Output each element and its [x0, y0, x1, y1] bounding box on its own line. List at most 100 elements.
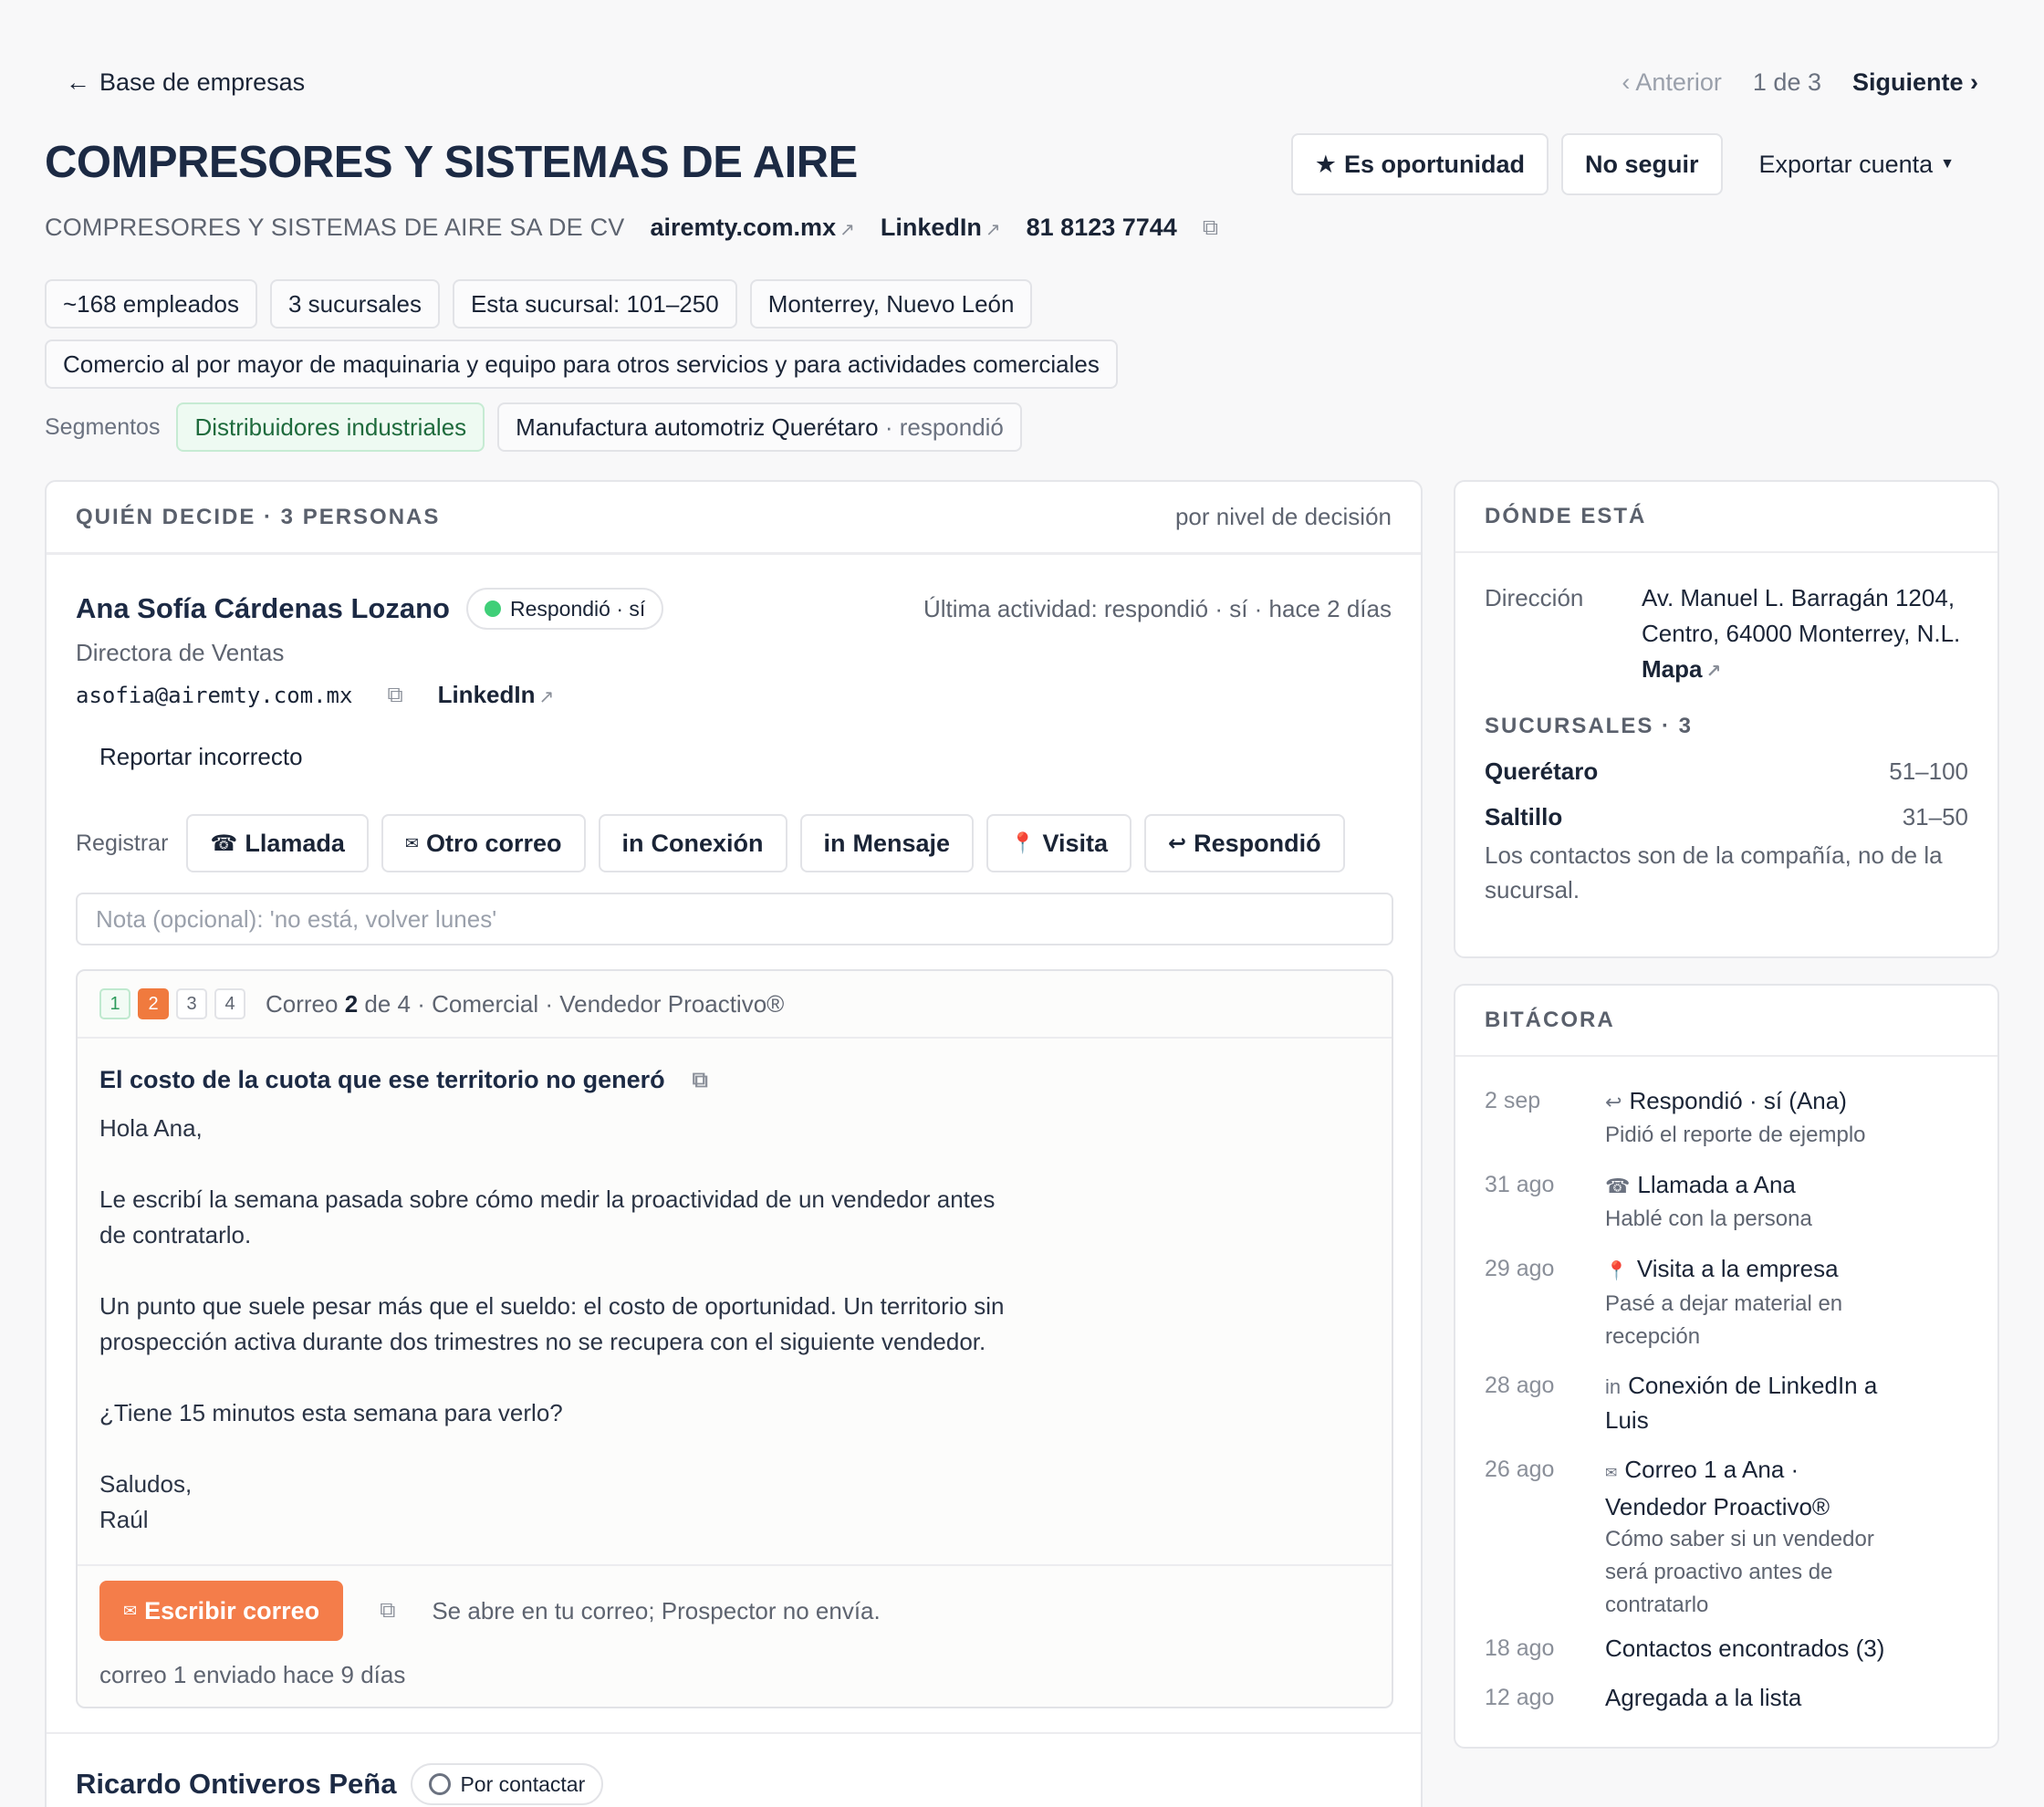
email-signature: Saludos, Raúl — [99, 1470, 193, 1533]
prev-link[interactable]: ‹ Anterior — [1622, 68, 1722, 97]
industry-row: Comercio al por mayor de maquinaria y eq… — [45, 339, 1118, 389]
status-badge: Por contactar — [411, 1763, 604, 1805]
location-card: DÓNDE ESTÁ Dirección Av. Manuel L. Barra… — [1454, 480, 1999, 958]
address-row: Dirección Av. Manuel L. Barragán 1204, C… — [1485, 580, 1968, 690]
log-entry: 29 ago 📍 Visita a la empresa Pasé a dejar … — [1485, 1255, 1843, 1349]
next-link[interactable]: Siguiente › — [1852, 68, 1978, 97]
external-link-icon: ↗ — [1705, 662, 1722, 682]
email-footer: ✉ Escribir correo ⧉ Se abre en tu correo… — [78, 1564, 1392, 1707]
company-subline: COMPRESORES Y SISTEMAS DE AIRE SA DE CV … — [45, 214, 1218, 242]
email-body: El costo de la cuota que ese territorio … — [78, 1039, 1392, 1538]
branch-size-chip: Esta sucursal: 101–250 — [452, 279, 737, 329]
phone-number: 81 8123 7744 — [1026, 214, 1177, 241]
copy-icon[interactable]: ⧉ — [693, 1068, 708, 1093]
log-title: BITÁCORA — [1485, 1008, 1615, 1032]
external-link-icon: ↗ — [985, 220, 1001, 240]
sequence-label: Correo 2 de 4 · Comercial · Vendedor Pro… — [266, 989, 785, 1018]
email-paragraph: ¿Tiene 15 minutos esta semana para verlo… — [99, 1399, 563, 1426]
log-message-button[interactable]: in Mensaje — [799, 814, 975, 872]
step-2[interactable]: 2 — [138, 988, 169, 1019]
log-entry: 26 ago ✉ Correo 1 a Ana · Vendedor Proact… — [1485, 1456, 1874, 1617]
email-paragraph: Le escribí la semana pasada sobre cómo m… — [99, 1186, 996, 1248]
linkedin-icon: in — [1605, 1375, 1622, 1398]
location-chip: Monterrey, Nuevo León — [749, 279, 1033, 329]
header-actions: ★ Es oportunidad No seguir Exportar cuen… — [1290, 133, 1978, 195]
person-name: Ricardo Ontiveros Peña — [76, 1768, 397, 1800]
arrow-left-icon: ← — [66, 68, 90, 96]
linkedin-link[interactable]: LinkedIn ↗ — [881, 214, 1001, 242]
email-paragraph: Un punto que suele pesar más que el suel… — [99, 1292, 1005, 1355]
copy-icon[interactable]: ⧉ — [387, 683, 402, 708]
copy-icon[interactable]: ⧉ — [1203, 215, 1218, 241]
mail-icon: ✉ — [1605, 1466, 1618, 1481]
sort-label[interactable]: por nivel de decisión — [1175, 503, 1392, 531]
log-visit-button[interactable]: 📍 Visita — [986, 814, 1132, 872]
deciders-title: QUIÉN DECIDE · 3 PERSONAS — [76, 504, 441, 529]
person-card: Ricardo Ontiveros Peña Por contactar — [76, 1763, 604, 1805]
log-entry: 12 ago Agregada a la lista — [1485, 1684, 1802, 1711]
activity-log-card: BITÁCORA 2 sep ↩ Respondió · sí (Ana) Pidi… — [1454, 984, 1999, 1749]
log-connection-button[interactable]: in Conexión — [598, 814, 787, 872]
pager: ‹ Anterior 1 de 3 Siguiente › — [1622, 68, 1978, 97]
log-entry: 18 ago Contactos encontrados (3) — [1485, 1635, 1885, 1662]
person-role: Directora de Ventas — [76, 639, 285, 666]
location-title: DÓNDE ESTÁ — [1485, 504, 1647, 528]
branches-title: SUCURSALES · 3 — [1485, 714, 1694, 738]
log-entry: 28 ago in Conexión de LinkedIn a Luis — [1485, 1372, 1878, 1434]
step-3[interactable]: 3 — [176, 988, 207, 1019]
star-icon: ★ — [1314, 150, 1338, 178]
caret-down-icon: ▼ — [1940, 156, 1955, 172]
green-dot-icon — [484, 601, 501, 617]
phone-icon: ☎ — [1605, 1175, 1631, 1197]
register-label: Registrar — [76, 830, 169, 856]
sent-status: correo 1 enviado hace 9 días — [99, 1661, 406, 1688]
log-call-button[interactable]: ☎ Llamada — [186, 814, 369, 872]
branch-row: Querétaro 51–100 — [1485, 757, 1968, 785]
export-account-button[interactable]: Exportar cuenta ▼ — [1736, 133, 1978, 195]
mail-icon: ✉ — [123, 1601, 138, 1620]
linkedin-icon: in — [621, 829, 644, 857]
fact-chips: ~168 empleados 3 sucursales Esta sucursa… — [45, 279, 1033, 329]
register-bar: Registrar ☎ Llamada ✉ Otro correo in Conexi… — [76, 814, 1345, 872]
linkedin-icon: in — [823, 829, 846, 857]
phone-icon: ☎ — [210, 830, 238, 856]
person-email: asofia@airemty.com.mx — [76, 682, 353, 708]
log-reply-button[interactable]: ↩ Respondió — [1144, 814, 1345, 872]
branches-note: Los contactos son de la compañía, no de … — [1485, 841, 1943, 904]
unfollow-button[interactable]: No seguir — [1561, 133, 1723, 195]
person-linkedin-link[interactable]: LinkedIn ↗ — [438, 681, 555, 709]
page-count: 1 de 3 — [1752, 68, 1821, 96]
step-4[interactable]: 4 — [214, 988, 245, 1019]
log-entry: 31 ago ☎ Llamada a Ana Hablé con la person… — [1485, 1171, 1812, 1231]
opportunity-button[interactable]: ★ Es oportunidad — [1290, 133, 1549, 195]
top-nav: ← Base de empresas ‹ Anterior 1 de 3 Sig… — [66, 62, 1978, 102]
company-detail-page: ← Base de empresas ‹ Anterior 1 de 3 Sig… — [0, 0, 2044, 1807]
website-link[interactable]: airemty.com.mx ↗ — [650, 214, 854, 242]
employees-chip: ~168 empleados — [45, 279, 257, 329]
divider — [47, 1732, 1421, 1734]
log-email-button[interactable]: ✉ Otro correo — [381, 814, 586, 872]
segment-chip[interactable]: Distribuidores industriales — [176, 402, 485, 452]
back-link[interactable]: ← Base de empresas — [66, 68, 305, 97]
address-value: Av. Manuel L. Barragán 1204, Centro, 640… — [1642, 584, 1961, 683]
legal-name: COMPRESORES Y SISTEMAS DE AIRE SA DE CV — [45, 214, 625, 241]
note-input[interactable]: Nota (opcional): 'no está, volver lunes' — [76, 893, 1393, 945]
email-sequence-header: 1 2 3 4 Correo 2 de 4 · Comercial · Vend… — [78, 971, 1392, 1039]
mail-icon: ✉ — [404, 833, 419, 852]
status-badge: Respondió · sí — [465, 588, 664, 630]
email-hint: Se abre en tu correo; Prospector no enví… — [432, 1596, 881, 1624]
external-link-icon: ↗ — [538, 687, 555, 707]
map-link[interactable]: Mapa ↗ — [1642, 655, 1721, 683]
segments-row: Segmentos Distribuidores industriales Ma… — [45, 402, 1022, 452]
reply-icon: ↩ — [1605, 1091, 1622, 1113]
report-incorrect-link[interactable]: Reportar incorrecto — [99, 743, 303, 771]
write-email-button[interactable]: ✉ Escribir correo — [99, 1581, 344, 1641]
email-draft: 1 2 3 4 Correo 2 de 4 · Comercial · Vend… — [76, 969, 1393, 1708]
segment-chip[interactable]: Manufactura automotriz Querétaro · respo… — [497, 402, 1022, 452]
copy-icon[interactable]: ⧉ — [380, 1598, 395, 1624]
log-entry: 2 sep ↩ Respondió · sí (Ana) Pidió el repo… — [1485, 1087, 1866, 1147]
segments-label: Segmentos — [45, 413, 161, 440]
address-label: Dirección — [1485, 584, 1584, 611]
step-1[interactable]: 1 — [99, 988, 130, 1019]
branches-chip: 3 sucursales — [269, 279, 440, 329]
